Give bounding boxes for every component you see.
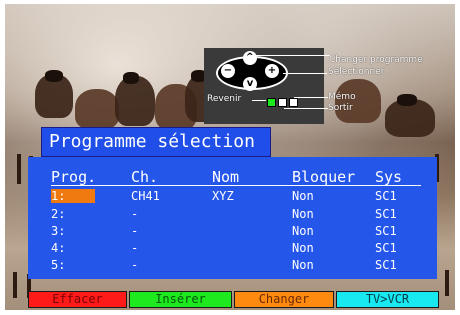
- row-5-ch: -: [131, 258, 139, 272]
- horse-mane: [123, 72, 139, 84]
- horse-mane: [397, 94, 417, 106]
- header-sys: Sys: [375, 168, 403, 186]
- horse-leg: [17, 154, 21, 184]
- row-2-sys: SC1: [375, 207, 397, 221]
- up-button-icon: ^: [243, 51, 257, 65]
- orange-key-changer[interactable]: Changer: [234, 291, 334, 308]
- horse-mane: [45, 70, 63, 82]
- label-selectionner: Sélectionner: [328, 67, 385, 77]
- row-4-bloquer: Non: [292, 241, 314, 255]
- header-nom: Nom: [212, 168, 240, 186]
- row-5-prog[interactable]: 5:: [51, 259, 65, 272]
- page-title: Programme sélection: [49, 131, 255, 152]
- row-2-bloquer: Non: [292, 207, 314, 221]
- horse-silhouette: [75, 89, 119, 129]
- row-1-prog[interactable]: 1:: [51, 190, 65, 203]
- row-2-prog[interactable]: 2:: [51, 208, 65, 221]
- header-bloquer: Bloquer: [292, 168, 356, 186]
- callout-line: [284, 108, 328, 109]
- green-key-inserer[interactable]: Insérer: [129, 291, 232, 308]
- row-1-nom: XYZ: [212, 189, 234, 203]
- red-key-effacer[interactable]: Effacer: [28, 291, 127, 308]
- plus-button-icon: +: [265, 64, 279, 78]
- row-5-sys: SC1: [375, 258, 397, 272]
- row-5-bloquer: Non: [292, 258, 314, 272]
- color-key-bar: Effacer Insérer Changer TV>VCR: [28, 291, 439, 308]
- row-4-prog[interactable]: 4:: [51, 242, 65, 255]
- row-1-ch: CH41: [131, 189, 160, 203]
- callout-line: [248, 55, 330, 56]
- minus-button-icon: −: [221, 64, 235, 78]
- row-3-bloquer: Non: [292, 224, 314, 238]
- header-ch: Ch.: [131, 168, 159, 186]
- row-4-ch: -: [131, 241, 139, 255]
- white-square-icon: [278, 98, 287, 107]
- remote-help-panel: ^ v − +: [204, 48, 324, 124]
- callout-line: [294, 97, 328, 98]
- row-1-sys: SC1: [375, 189, 397, 203]
- row-3-prog[interactable]: 3:: [51, 225, 65, 238]
- label-memo: Mémo: [328, 92, 356, 102]
- label-revenir: Revenir: [207, 94, 242, 104]
- program-table: Prog. Ch. Nom Bloquer Sys 1: CH41 XYZ No…: [28, 157, 437, 279]
- row-4-sys: SC1: [375, 241, 397, 255]
- row-1-bloquer: Non: [292, 189, 314, 203]
- menu-title-box: Programme sélection: [41, 127, 271, 157]
- label-changer-programme: Changer programme: [329, 55, 423, 65]
- row-3-ch: -: [131, 224, 139, 238]
- down-button-icon: v: [243, 77, 257, 91]
- green-square-icon: [267, 98, 276, 107]
- horse-leg: [13, 272, 17, 298]
- white-square-icon: [289, 98, 298, 107]
- row-2-ch: -: [131, 207, 139, 221]
- horse-leg: [445, 270, 449, 296]
- header-prog: Prog.: [51, 168, 97, 186]
- callout-line: [252, 100, 266, 101]
- cyan-key-tv-vcr[interactable]: TV>VCR: [336, 291, 439, 308]
- header-divider: [51, 185, 421, 186]
- callout-line: [283, 73, 327, 74]
- row-3-sys: SC1: [375, 224, 397, 238]
- label-sortir: Sortir: [328, 103, 353, 113]
